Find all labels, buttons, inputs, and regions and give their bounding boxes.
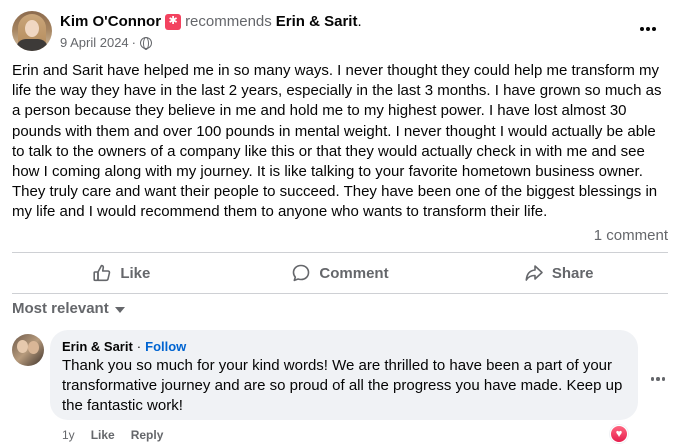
thumbs-up-icon	[93, 264, 111, 282]
action-bar: Like Comment Share	[12, 255, 668, 291]
post-body: Erin and Sarit have helped me in so many…	[12, 62, 662, 221]
post-header: Kim O'Connor ✱ recommends Erin & Sarit. …	[12, 11, 668, 53]
commenter-name[interactable]: Erin & Sarit	[62, 339, 133, 354]
comment-reply-button[interactable]: Reply	[131, 428, 164, 442]
recommend-icon: ✱	[165, 13, 182, 30]
comment-footer: 1y Like Reply	[62, 428, 163, 442]
follow-button[interactable]: Follow	[145, 339, 186, 354]
like-label: Like	[120, 264, 151, 282]
comment-text: Thank you so much for your kind words! W…	[62, 357, 623, 414]
share-label: Share	[551, 264, 594, 282]
page-suffix: .	[357, 13, 362, 30]
share-button[interactable]: Share	[449, 255, 668, 291]
recommends-text: recommends	[185, 13, 272, 30]
author-avatar[interactable]	[12, 11, 52, 51]
post-options-button[interactable]	[636, 19, 660, 39]
comment-separator: ·	[136, 339, 142, 354]
comment-button[interactable]: Comment	[231, 255, 450, 291]
post-meta: 9 April 2024 ·	[60, 35, 153, 50]
post-date[interactable]: 9 April 2024	[60, 35, 129, 50]
divider-bottom	[12, 293, 668, 294]
page-name[interactable]: Erin & Sarit	[276, 13, 358, 30]
caret-down-icon	[114, 306, 125, 313]
comment-like-button[interactable]: Like	[91, 428, 115, 442]
date-separator: ·	[131, 35, 137, 50]
heart-icon[interactable]: ♥	[610, 425, 628, 443]
commenter-avatar[interactable]	[12, 334, 44, 366]
author-name[interactable]: Kim O'Connor	[60, 13, 161, 30]
share-icon	[525, 265, 543, 281]
comment-label: Comment	[319, 264, 389, 282]
comment-count[interactable]: 1 comment	[594, 227, 668, 244]
sort-label: Most relevant	[12, 300, 109, 317]
comment-sort-dropdown[interactable]: Most relevant	[12, 300, 125, 317]
post-title-line: Kim O'Connor ✱ recommends Erin & Sarit.	[60, 13, 362, 30]
comment-header: Erin & Sarit · Follow	[62, 339, 626, 354]
comment-bubble: Erin & Sarit · Follow Thank you so much …	[50, 330, 638, 420]
comment-options-button[interactable]	[648, 373, 668, 385]
divider-top	[12, 252, 668, 253]
like-button[interactable]: Like	[12, 255, 231, 291]
comment-icon	[293, 264, 310, 282]
comment-time[interactable]: 1y	[62, 428, 75, 442]
globe-icon	[140, 36, 153, 50]
